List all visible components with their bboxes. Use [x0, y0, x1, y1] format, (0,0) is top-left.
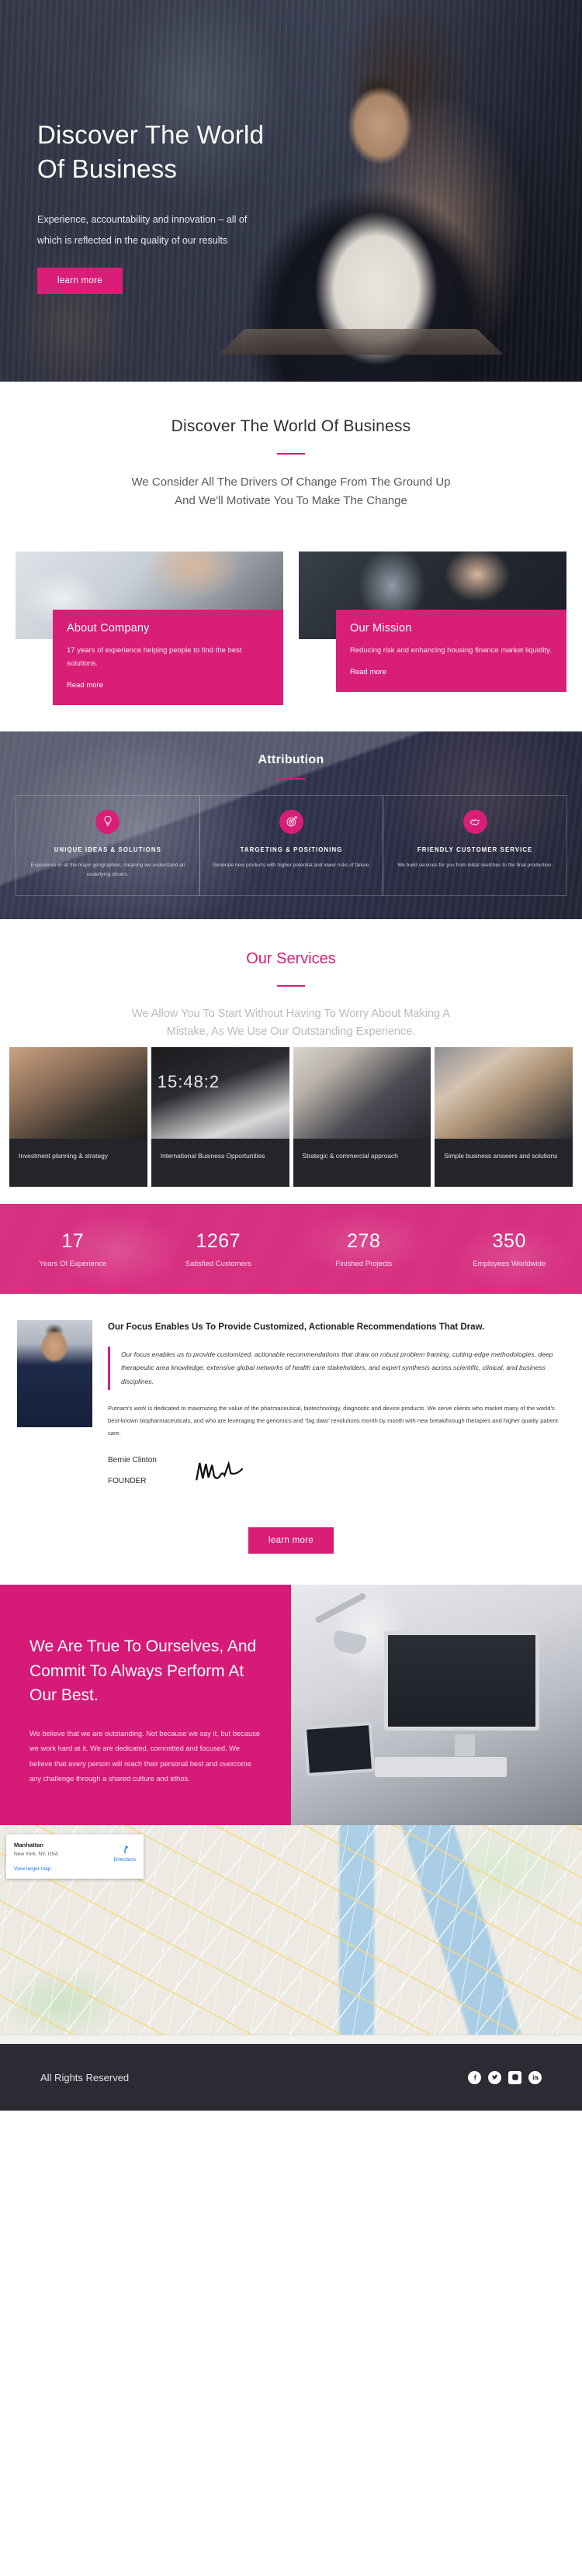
- attribution-heading: Attribution: [258, 752, 324, 766]
- stat-satisfied-customers: 1267 Satisfied Customers: [146, 1230, 292, 1268]
- founder-role: FOUNDER: [108, 1477, 147, 1486]
- card-our-mission: Our Mission Reducing risk and enhancing …: [299, 551, 566, 705]
- footer-copyright: All Rights Reserved: [40, 2071, 130, 2083]
- tablet-image: [303, 1722, 376, 1777]
- service-image: [151, 1047, 289, 1139]
- facebook-icon[interactable]: [468, 2070, 481, 2084]
- services-section: Our Services We Allow You To Start Witho…: [0, 919, 582, 1204]
- founder-cta-wrapper: learn more: [0, 1506, 582, 1585]
- stat-employees-worldwide: 350 Employees Worldwide: [437, 1230, 582, 1268]
- founder-name: Bernie Clinton: [108, 1456, 157, 1465]
- service-card-strategic-approach[interactable]: Strategic & commercial approach: [293, 1047, 431, 1188]
- hero-title-line2: Of Business: [37, 154, 178, 184]
- hero-subtitle: Experience, accountability and innovatio…: [37, 214, 248, 246]
- hero-learn-more-button[interactable]: learn more: [37, 267, 123, 294]
- linkedin-icon[interactable]: [528, 2070, 542, 2084]
- services-heading: Our Services: [246, 949, 336, 967]
- feature-cards-section: About Company 17 years of experience hel…: [0, 534, 582, 731]
- services-divider: [277, 984, 305, 987]
- twitter-icon[interactable]: [488, 2070, 501, 2084]
- card-title: Our Mission: [350, 621, 412, 634]
- desk-lamp-image: [314, 1592, 367, 1624]
- map-section[interactable]: Manhattan New York, NY, USA View larger …: [0, 1825, 582, 2045]
- attribution-item-targeting: TARGETING & POSITIONING Generate new pro…: [199, 794, 384, 897]
- service-image: [435, 1047, 573, 1139]
- stat-number: 1267: [196, 1229, 241, 1252]
- founder-section: Our Focus Enables Us To Provide Customiz…: [0, 1294, 582, 1506]
- handshake-icon: [462, 809, 487, 834]
- stat-label: Employees Worldwide: [473, 1259, 546, 1268]
- hero-section: Discover The World Of Business Experienc…: [0, 0, 582, 382]
- card-title: About Company: [67, 621, 150, 634]
- service-card-international-business[interactable]: International Business Opportunities: [151, 1047, 289, 1188]
- stat-number: 350: [492, 1229, 526, 1252]
- commitment-text-panel: We Are True To Ourselves, And Commit To …: [0, 1585, 291, 1826]
- intro-section: Discover The World Of Business We Consid…: [0, 382, 582, 534]
- card-read-more-link[interactable]: Read more: [67, 681, 103, 690]
- attribution-item-unique-ideas: UNIQUE IDEAS & SOLUTIONS Experience in a…: [16, 794, 200, 897]
- stats-section: 17 Years Of Experience 1267 Satisfied Cu…: [0, 1204, 582, 1295]
- service-caption: International Business Opportunities: [151, 1139, 289, 1188]
- attribution-item-text: Experience in all the major geographies,…: [30, 862, 185, 877]
- signature-image: [196, 1461, 243, 1481]
- stat-finished-projects: 278 Finished Projects: [291, 1230, 437, 1268]
- map-directions-label: Directions: [113, 1857, 136, 1863]
- intro-divider: [277, 453, 305, 455]
- attribution-item-customer-service: FRIENDLY CUSTOMER SERVICE We build servi…: [383, 794, 568, 897]
- stat-label: Satisfied Customers: [185, 1259, 251, 1268]
- card-text: 17 years of experience helping people to…: [67, 645, 242, 668]
- footer-social-links: [468, 2070, 542, 2084]
- map-info-card: Manhattan New York, NY, USA View larger …: [6, 1834, 144, 1879]
- service-card-investment-planning[interactable]: Investment planning & strategy: [9, 1047, 147, 1188]
- service-caption: Investment planning & strategy: [9, 1139, 147, 1188]
- service-image: [9, 1047, 147, 1139]
- target-icon: [279, 809, 303, 834]
- card-body: About Company 17 years of experience hel…: [53, 609, 283, 705]
- founder-photo: [17, 1320, 92, 1428]
- intro-heading: Discover The World Of Business: [171, 417, 411, 435]
- founder-paragraph: Putnam's work is dedicated to maximizing…: [108, 1405, 559, 1437]
- stat-label: Finished Projects: [335, 1259, 393, 1268]
- hero-title-line1: Discover The World: [37, 120, 265, 149]
- site-footer: All Rights Reserved: [0, 2044, 582, 2111]
- card-body: Our Mission Reducing risk and enhancing …: [336, 609, 566, 692]
- attribution-section: Attribution UNIQUE IDEAS & SOLUTIONS Exp…: [0, 731, 582, 919]
- services-paragraph: We Allow You To Start Without Having To …: [132, 1007, 450, 1038]
- monitor-image: [384, 1631, 539, 1757]
- service-caption: Simple business answers and solutions: [435, 1139, 573, 1188]
- attribution-item-text: We build services for you from initial s…: [397, 862, 553, 868]
- stat-label: Years Of Experience: [39, 1259, 107, 1268]
- stat-number: 278: [347, 1229, 381, 1252]
- keyboard-image: [375, 1757, 507, 1778]
- founder-learn-more-button[interactable]: learn more: [248, 1527, 334, 1554]
- lightbulb-icon: [95, 809, 120, 834]
- stat-number: 17: [61, 1229, 85, 1252]
- map-bottom-bar: [0, 2035, 582, 2045]
- attribution-item-title: TARGETING & POSITIONING: [240, 845, 343, 853]
- attribution-item-title: UNIQUE IDEAS & SOLUTIONS: [54, 845, 161, 853]
- commitment-paragraph: We believe that we are outstanding. Not …: [29, 1729, 260, 1783]
- card-read-more-link[interactable]: Read more: [350, 668, 386, 676]
- map-directions-button[interactable]: Directions: [114, 1844, 136, 1862]
- founder-heading: Our Focus Enables Us To Provide Customiz…: [108, 1323, 485, 1333]
- founder-quote: Our focus enables us to provide customiz…: [108, 1346, 565, 1391]
- map-view-larger-link[interactable]: View larger map: [14, 1866, 136, 1872]
- stat-years-of-experience: 17 Years Of Experience: [0, 1230, 146, 1268]
- attribution-item-text: Generate new products with higher potent…: [212, 862, 371, 868]
- instagram-icon[interactable]: [508, 2070, 521, 2084]
- card-text: Reducing risk and enhancing housing fina…: [350, 645, 552, 655]
- intro-paragraph: We Consider All The Drivers Of Change Fr…: [131, 475, 451, 508]
- card-about-company: About Company 17 years of experience hel…: [16, 551, 283, 705]
- service-card-simple-business[interactable]: Simple business answers and solutions: [435, 1047, 573, 1188]
- hero-title: Discover The World Of Business: [37, 118, 371, 186]
- desk-lamp-shade-image: [331, 1629, 368, 1657]
- commitment-heading: We Are True To Ourselves, And Commit To …: [29, 1637, 257, 1705]
- service-caption: Strategic & commercial approach: [293, 1139, 431, 1188]
- service-image: [293, 1047, 431, 1139]
- directions-arrow-icon: [124, 1845, 128, 1854]
- attribution-item-title: FRIENDLY CUSTOMER SERVICE: [417, 845, 533, 853]
- commitment-image-panel: [291, 1585, 582, 1826]
- commitment-section: We Are True To Ourselves, And Commit To …: [0, 1585, 582, 1826]
